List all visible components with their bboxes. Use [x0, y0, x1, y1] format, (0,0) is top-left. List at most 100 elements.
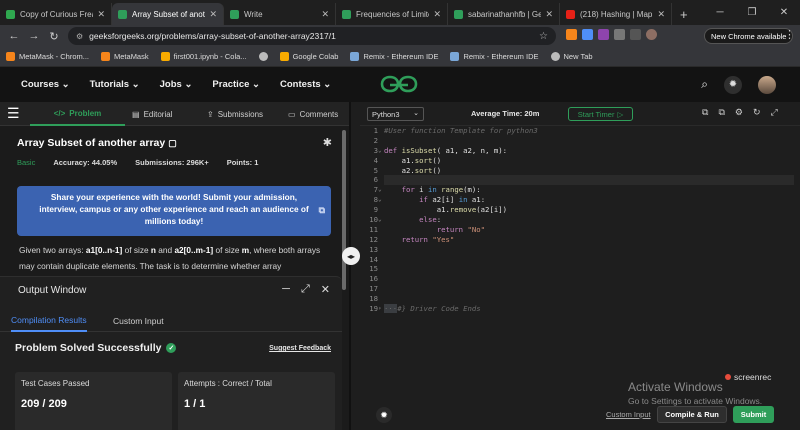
menu-icon[interactable]: ⋮: [784, 28, 795, 41]
bug-report-icon[interactable]: ✱: [323, 136, 332, 149]
extension-icon[interactable]: [582, 29, 593, 40]
gfg-icon: [454, 9, 463, 19]
code-area[interactable]: #User function Template for python3 ⌄ def…: [378, 126, 794, 314]
language-select[interactable]: Python3 ⌄: [367, 107, 424, 121]
browser-tab[interactable]: Write ✕: [224, 3, 336, 25]
line-number: 6: [373, 175, 378, 185]
metamask-icon[interactable]: [566, 29, 577, 40]
share-experience-banner[interactable]: Share your experience with the world! Su…: [17, 186, 331, 236]
external-link-icon[interactable]: ⧉: [319, 204, 325, 216]
attempts-value: 1 / 1: [184, 398, 206, 410]
hamburger-icon[interactable]: ☰: [7, 105, 23, 122]
settings-icon[interactable]: ⚙: [735, 107, 743, 118]
new-tab-button[interactable]: +: [672, 7, 696, 25]
restore-icon[interactable]: ❐: [736, 7, 768, 18]
code-line: ⌄ def isSubset( a1, a2, n, m):: [378, 145, 508, 155]
nav-jobs[interactable]: Jobs ⌄: [160, 79, 193, 90]
suggest-feedback-link[interactable]: Suggest Feedback: [269, 345, 331, 352]
nav-courses[interactable]: Courses ⌄: [21, 79, 70, 90]
code-line-collapsed[interactable]: › ···#} Driver Code Ends: [378, 304, 794, 314]
close-icon[interactable]: ✕: [433, 9, 441, 20]
nav-practice[interactable]: Practice ⌄: [212, 79, 260, 90]
browser-tab[interactable]: Frequencies of Limited ✕: [336, 3, 448, 25]
new-chrome-button[interactable]: New Chrome available: [704, 28, 794, 44]
points: Points: 1: [226, 158, 259, 167]
tab-problem[interactable]: </> Problem: [30, 102, 125, 126]
code-line-cursor: [384, 175, 794, 186]
close-icon[interactable]: ✕: [321, 9, 329, 20]
problem-title: Array Subset of another array ▢: [17, 137, 177, 149]
tab-submissions[interactable]: ⇪ Submissions: [207, 102, 263, 126]
bookmark-star-icon[interactable]: ☆: [539, 31, 548, 42]
fold-icon[interactable]: ⌄: [378, 146, 382, 156]
left-scrollbar[interactable]: [342, 130, 346, 290]
browser-tab[interactable]: Copy of Curious Freaks✕: [0, 3, 112, 25]
reset-icon[interactable]: ↻: [753, 107, 761, 118]
bookmark-item[interactable]: Google Colab: [279, 52, 338, 61]
custom-input-link[interactable]: Custom Input: [606, 410, 651, 419]
panel-divider[interactable]: [349, 102, 351, 430]
back-icon[interactable]: ←: [4, 30, 24, 42]
theme-toggle-icon[interactable]: ✹: [376, 407, 392, 423]
record-icon: [725, 374, 731, 380]
minimize-icon[interactable]: ─: [704, 7, 736, 18]
site-info-icon[interactable]: ⚙: [76, 32, 83, 41]
tab-custom-input[interactable]: Custom Input: [113, 310, 164, 332]
fold-icon[interactable]: ›: [378, 304, 382, 314]
close-icon[interactable]: ✕: [657, 9, 665, 20]
accuracy: Accuracy: 44.05%: [53, 158, 118, 167]
forward-icon[interactable]: →: [24, 30, 44, 42]
sidepanel-icon[interactable]: [630, 29, 641, 40]
bookmark-icon[interactable]: ▢: [168, 138, 177, 148]
bookmark-item[interactable]: Remix - Ethereum IDE: [450, 52, 539, 61]
close-window-icon[interactable]: ✕: [768, 7, 800, 18]
average-time: Average Time: 20m: [471, 109, 540, 118]
minimize-icon[interactable]: ─: [282, 283, 290, 296]
bookmark-item[interactable]: New Tab: [550, 52, 593, 61]
resize-handle-icon[interactable]: ◂▸: [342, 247, 360, 265]
bookmark-item[interactable]: MetaMask: [101, 52, 149, 61]
avatar[interactable]: [758, 75, 776, 94]
extension-icon[interactable]: [598, 29, 609, 40]
reload-icon[interactable]: ↻: [44, 30, 64, 43]
url-text: geeksforgeeks.org/problems/array-subset-…: [89, 31, 336, 41]
browser-tab[interactable]: sabarinathanhfb | Geeks✕: [448, 3, 560, 25]
close-icon[interactable]: ✕: [97, 9, 105, 20]
theme-toggle-icon[interactable]: ✹: [724, 75, 742, 94]
nav-tutorials[interactable]: Tutorials ⌄: [90, 79, 140, 90]
fullscreen-icon[interactable]: ⤢: [771, 107, 778, 118]
expand-icon[interactable]: ⤢: [301, 283, 310, 296]
close-icon[interactable]: ✕: [545, 9, 553, 20]
fold-icon[interactable]: ⌄: [378, 185, 382, 195]
search-icon[interactable]: ⌕: [701, 77, 708, 92]
globe-icon: [550, 52, 560, 61]
url-bar[interactable]: ⚙ geeksforgeeks.org/problems/array-subse…: [68, 27, 556, 45]
code-line: a1.sort(): [384, 155, 442, 165]
browser-tab[interactable]: (218) Hashing | Map ✕: [560, 3, 672, 25]
puzzle-icon[interactable]: [614, 29, 625, 40]
bookmark-item[interactable]: Remix - Ethereum IDE: [350, 52, 438, 61]
line-number: 4: [373, 155, 378, 165]
bookmark-item[interactable]: first001.ipynb - Cola...: [160, 52, 247, 61]
gfg-logo[interactable]: [380, 75, 418, 93]
profile-icon[interactable]: [646, 29, 657, 40]
bookmark-item[interactable]: [258, 52, 268, 61]
tab-editorial[interactable]: ▤ Editorial: [132, 102, 172, 126]
copy-icon[interactable]: ⧉: [718, 107, 724, 118]
submit-button[interactable]: Submit: [733, 406, 774, 423]
close-icon[interactable]: ✕: [321, 283, 330, 296]
fold-icon[interactable]: ⌄: [378, 195, 382, 205]
fold-icon[interactable]: ⌄: [378, 215, 382, 225]
compile-run-button[interactable]: Compile & Run: [657, 406, 727, 423]
bookmark-item[interactable]: MetaMask - Chrom...: [6, 52, 89, 61]
browser-tab-active[interactable]: Array Subset of another✕: [112, 3, 224, 25]
line-number: 9: [373, 205, 378, 215]
tab-compilation-results[interactable]: Compilation Results: [11, 310, 87, 332]
tab-comments[interactable]: ▭ Comments: [288, 102, 338, 126]
start-timer-button[interactable]: Start Timer ▷: [568, 107, 633, 121]
line-number: 2: [373, 135, 378, 145]
close-icon[interactable]: ✕: [209, 9, 217, 20]
copy-icon[interactable]: ⧉: [702, 107, 708, 118]
nav-contests[interactable]: Contests ⌄: [280, 79, 331, 90]
